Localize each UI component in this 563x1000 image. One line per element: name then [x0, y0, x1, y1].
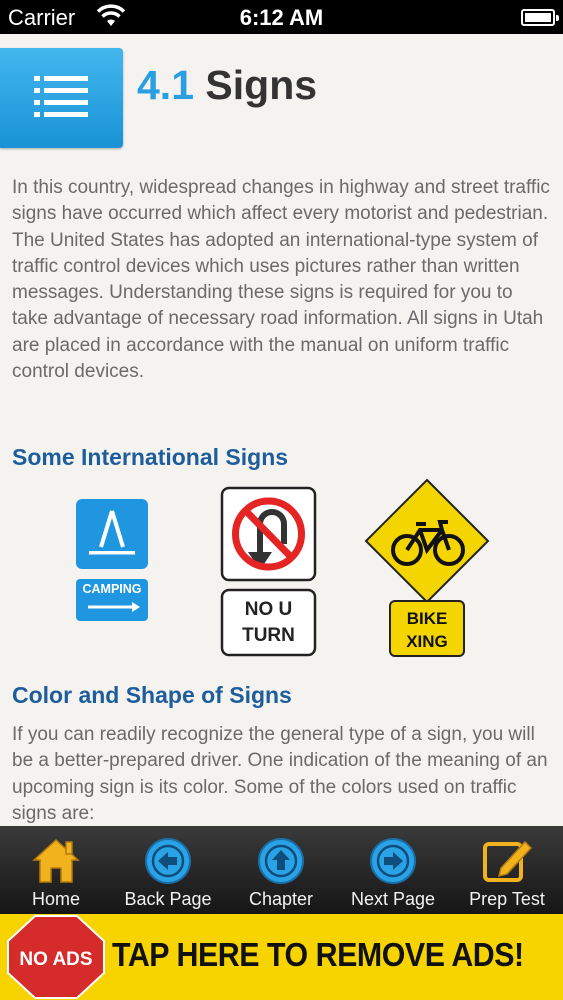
tab-prep-label: Prep Test	[469, 889, 545, 909]
tab-next-page[interactable]: Next Page	[337, 826, 449, 914]
list-icon	[34, 76, 88, 117]
camping-sign: CAMPING	[76, 499, 148, 621]
arrow-right-circle-icon	[370, 838, 416, 884]
no-u-turn-sign: NO U TURN	[220, 486, 317, 657]
tab-home-label: Home	[31, 889, 80, 909]
warning-diamond	[364, 478, 490, 604]
tab-back-label: Back Page	[124, 889, 212, 909]
tab-back-page[interactable]: Back Page	[112, 826, 224, 914]
bike-line2: XING	[406, 632, 448, 651]
tab-chapter-label: Chapter	[248, 889, 314, 909]
camping-sign-panel	[76, 499, 148, 569]
intro-paragraph: In this country, widespread changes in h…	[12, 177, 550, 383]
color-shape-heading: Color and Shape of Signs	[12, 682, 292, 708]
tab-next-label: Next Page	[350, 889, 436, 909]
bottom-tab-bar: Home Back Page Chapter Next Page Prep Te…	[0, 826, 563, 914]
tab-prep-test[interactable]: Prep Test	[451, 826, 563, 914]
arrow-up-circle-icon	[258, 838, 304, 884]
section-number: 4.1	[137, 62, 194, 108]
section-title: Signs	[205, 62, 318, 108]
tab-home[interactable]: Home	[0, 826, 112, 914]
stop-sign-icon: NO ADS	[7, 915, 105, 999]
remove-ads-banner[interactable]: NO ADS TAP HERE TO REMOVE ADS!	[0, 914, 563, 1000]
status-bar: Carrier 6:12 AM	[0, 0, 563, 34]
tab-chapter[interactable]: Chapter	[225, 826, 337, 914]
battery-icon	[521, 9, 559, 26]
bike-xing-sign: BIKE XING	[364, 478, 490, 657]
bike-line1: BIKE	[407, 609, 448, 628]
international-signs-heading: Some International Signs	[12, 444, 289, 470]
clock: 6:12 AM	[239, 5, 324, 30]
no-u-turn-line2: TURN	[242, 625, 295, 646]
remove-ads-text: TAP HERE TO REMOVE ADS!	[112, 936, 524, 973]
color-shape-paragraph: If you can readily recognize the general…	[12, 724, 548, 824]
arrow-left-circle-icon	[145, 838, 191, 884]
content-area[interactable]: 4.1 Signs In this country, widespread ch…	[0, 34, 563, 826]
pencil-notepad-icon	[483, 840, 533, 882]
no-u-turn-line1: NO U	[245, 599, 293, 620]
page-title: 4.1 Signs	[137, 62, 317, 109]
home-icon	[32, 838, 80, 883]
no-ads-badge: NO ADS	[19, 949, 92, 970]
menu-button[interactable]	[0, 48, 123, 148]
camping-label: CAMPING	[82, 582, 141, 596]
